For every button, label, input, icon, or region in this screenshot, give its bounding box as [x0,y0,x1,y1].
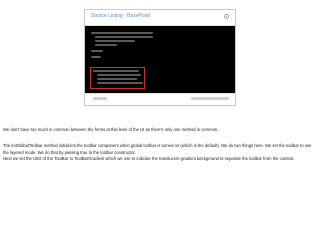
speaker-note-line: We don't have too much in common between… [3,127,219,132]
code-line [95,40,135,42]
code-line [95,36,153,38]
slide-footer [85,93,235,105]
code-line [95,44,117,46]
code-line [91,32,153,34]
highlight-box [90,67,145,89]
source-listing-slide: Source Listing - BasePoint [84,9,236,106]
page: Source Listing - BasePoint We don't have… [0,0,320,240]
gear-icon[interactable] [223,13,230,20]
slide-header: Source Listing - BasePoint [85,10,235,26]
code-area [85,26,235,94]
speaker-note-line: Next we set the UIID of the ToolBar to T… [3,156,295,161]
slide-title: Source Listing - BasePoint [91,13,150,19]
speaker-note-line: The initGlobalToolbar method initializes… [3,143,312,148]
code-line [91,56,101,58]
footer-right-text [191,97,229,100]
footer-left-text [93,97,107,100]
code-line [91,50,103,52]
